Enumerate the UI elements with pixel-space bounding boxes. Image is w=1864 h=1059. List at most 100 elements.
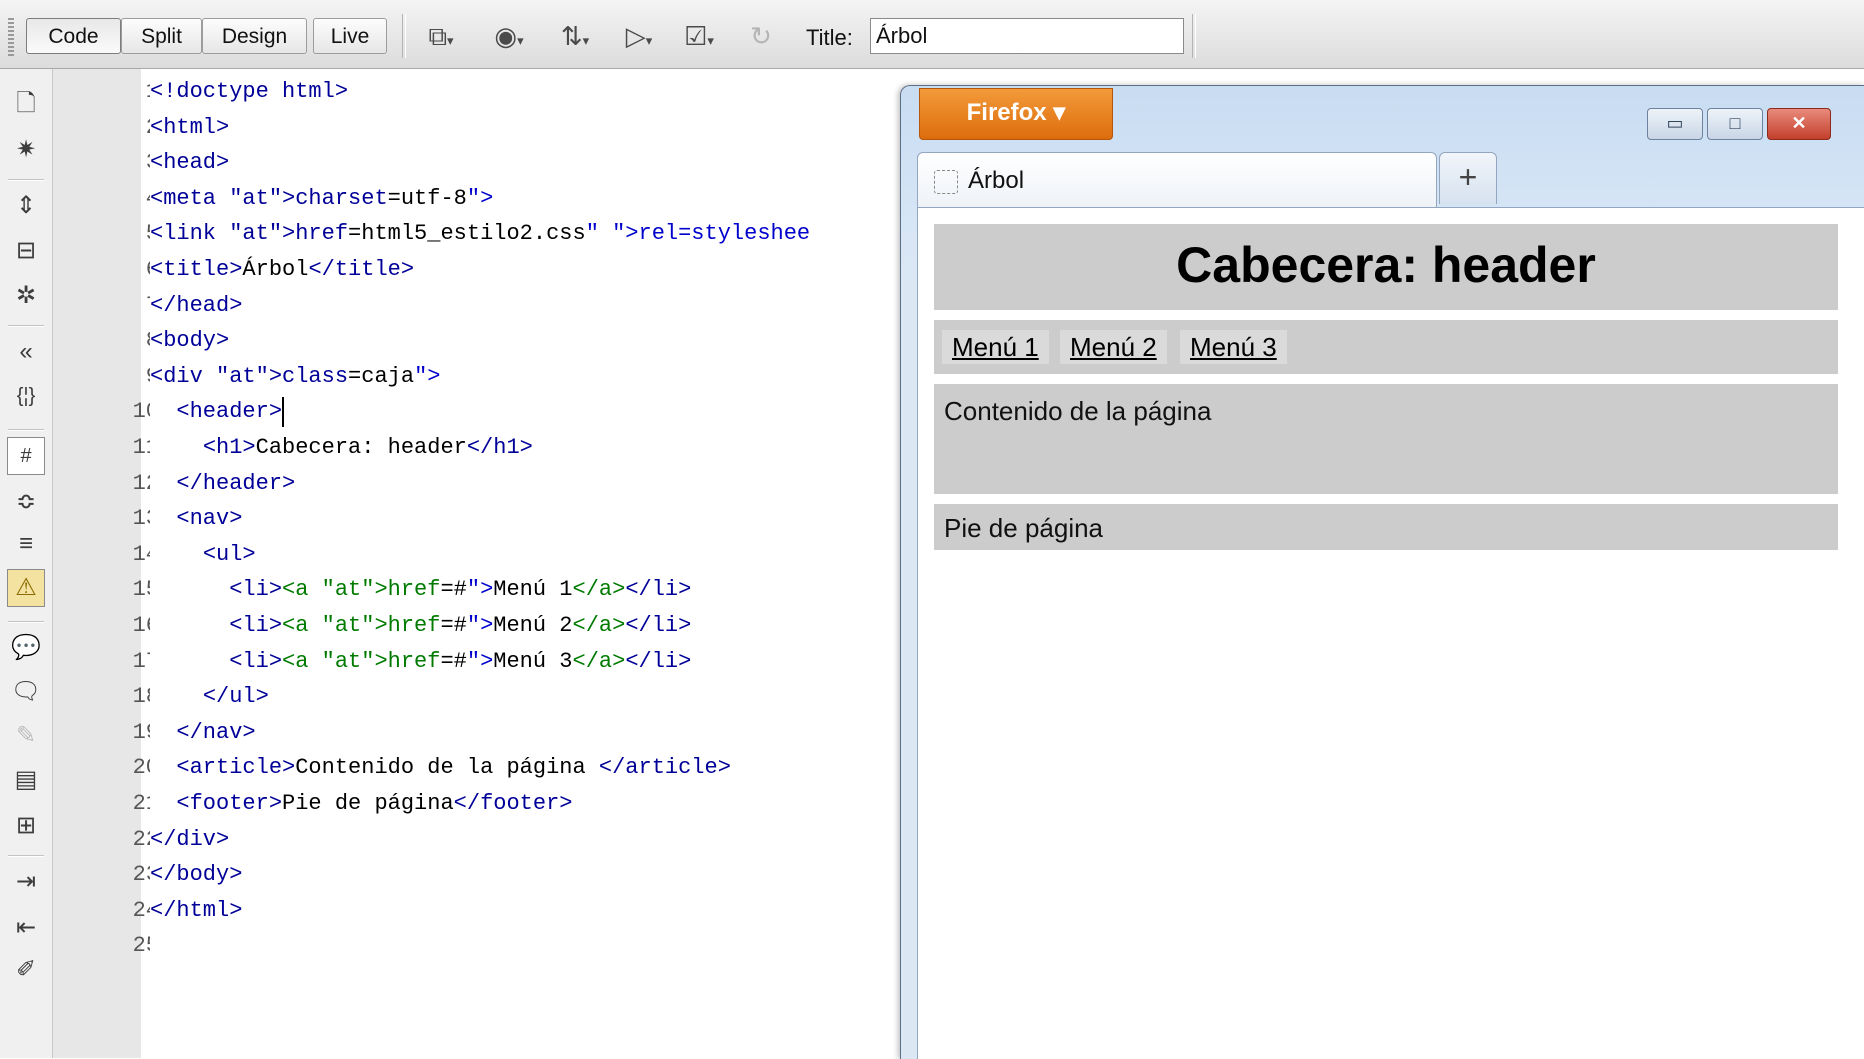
toolbar-separator [8,429,44,431]
code-line[interactable]: </body> [150,857,242,893]
title-label: Title: [806,25,853,50]
coding-toolbar: 🗋 ✷ ⇕ ⊟ ✲ « {¦} # ≎ ≡ ⚠ 💬 🗨 ✎ ▤ ⊞ ⇥ ⇤ ✐ [0,69,53,1058]
line-number-gutter: 1234567891011121314151617181920212223242… [53,69,159,1058]
code-line[interactable]: <div "at">class=caja"> [150,359,440,395]
code-view-button[interactable]: Code [26,18,121,54]
code-line[interactable]: <header> [150,394,282,430]
document-title-input[interactable] [870,18,1184,54]
page-header: Cabecera: header [934,224,1838,310]
show-code-navigator-icon[interactable]: ✷ [9,133,43,167]
line-number: 14 [132,541,159,567]
toolbar-separator [8,179,44,181]
line-number: 10 [132,399,159,425]
code-line[interactable]: <!doctype html> [150,74,348,110]
page-footer: Pie de página [934,504,1838,550]
toolbar-separator [1192,14,1196,58]
code-line[interactable]: </ul> [150,679,269,715]
line-number: 3 [53,145,159,181]
preview-browser-icon[interactable]: ◉▾ [490,20,528,52]
code-line[interactable]: <html> [150,110,229,146]
line-number: 21 [132,791,159,816]
wrap-tag-icon[interactable]: ✎ [9,719,43,753]
line-number: 16 [132,613,159,638]
code-line[interactable]: <title>Árbol</title> [150,252,414,288]
expand-all-icon[interactable]: ✲ [9,279,43,313]
firefox-menu-button[interactable]: Firefox ▾ [919,88,1113,140]
footer-text: Pie de página [944,513,1104,543]
move-css-icon[interactable]: ⊞ [9,809,43,843]
file-management-icon[interactable]: ⇅▾ [556,20,594,52]
toolbar-separator [402,14,406,58]
select-parent-tag-icon[interactable]: « [9,335,43,369]
open-documents-icon[interactable]: 🗋 [9,87,43,121]
page-heading: Cabecera: header [1176,237,1596,293]
code-line[interactable]: <li><a "at">href=#">Menú 3</a></li> [150,644,691,680]
menu-link-3[interactable]: Menú 3 [1180,330,1287,364]
menu-link-1[interactable]: Menú 1 [942,330,1049,364]
line-number: 25 [132,933,159,959]
toolbar-separator [8,621,44,623]
balance-braces-icon[interactable]: {¦} [9,379,43,413]
code-line[interactable]: </html> [150,893,242,929]
maximize-icon[interactable]: □ [1707,108,1763,140]
code-line[interactable]: <ul> [150,537,256,573]
highlight-invalid-code-icon[interactable]: ≎ [9,485,43,519]
code-line[interactable]: </head> [150,288,242,324]
code-line[interactable]: <body> [150,323,229,359]
code-line[interactable]: </nav> [150,715,255,751]
code-line[interactable]: </div> [150,822,229,858]
collapse-selection-icon[interactable]: ⊟ [9,234,43,268]
toolbar-separator [8,855,44,857]
menu-link-2[interactable]: Menú 2 [1060,330,1167,364]
line-number: 1 [53,74,159,110]
browser-tab-label: Árbol [968,167,1025,194]
word-wrap-icon[interactable]: ≡ [9,527,43,561]
code-line[interactable]: <footer>Pie de página</footer> [150,786,572,822]
code-editor[interactable]: <!doctype html> <html> <head> <meta "at">ch… [150,69,900,1058]
code-line[interactable]: <link "at">href=html5_estilo2.css" ">rel… [150,216,810,252]
toolbar-grip[interactable] [8,18,14,56]
validate-markup-icon[interactable]: ☑▾ [680,20,718,52]
line-number: 18 [132,684,159,710]
split-view-button[interactable]: Split [121,18,202,54]
minimize-icon[interactable]: ▭ [1647,108,1703,140]
line-number: 5 [53,216,159,252]
line-number: 15 [132,577,159,603]
line-number: 23 [132,862,159,888]
line-numbers-icon[interactable]: # [7,437,45,475]
new-tab-button[interactable]: + [1439,152,1497,204]
line-number: 17 [132,648,159,674]
code-line[interactable]: <h1>Cabecera: header</h1> [150,430,533,466]
code-line[interactable]: <head> [150,145,229,181]
indent-code-icon[interactable]: ⇥ [9,865,43,899]
design-view-button[interactable]: Design [202,18,307,54]
live-view-button[interactable]: Live [313,18,387,54]
apply-comment-icon[interactable]: 💬 [9,631,43,665]
line-number: 7 [53,288,159,324]
text-caret [282,397,284,428]
line-number: 12 [132,470,159,496]
browser-tab[interactable]: Árbol [917,152,1437,208]
code-line[interactable]: <li><a "at">href=#">Menú 1</a></li> [150,572,691,608]
close-icon[interactable]: ✕ [1767,108,1831,140]
code-line[interactable]: <article>Contenido de la página </articl… [150,750,731,786]
format-source-icon[interactable]: ✐ [9,953,43,987]
multiscreen-icon[interactable]: ⧉▾ [422,20,460,52]
line-number: 19 [132,719,159,745]
collapse-full-tag-icon[interactable]: ⇕ [9,189,43,223]
remove-comment-icon[interactable]: 🗨 [9,675,43,709]
syntax-error-alerts-icon[interactable]: ⚠ [7,569,45,607]
visual-aids-icon[interactable]: ▷▾ [620,20,658,52]
recent-snippets-icon[interactable]: ▤ [9,763,43,797]
firefox-window: Firefox ▾ ▭ □ ✕ Árbol + Cabecera: header… [900,85,1864,1059]
line-number: 24 [132,897,159,923]
code-line[interactable]: <li><a "at">href=#">Menú 2</a></li> [150,608,691,644]
outdent-code-icon[interactable]: ⇤ [9,911,43,945]
code-line[interactable]: <nav> [150,501,242,537]
article-text: Contenido de la página [944,396,1212,426]
page-nav: Menú 1 Menú 2 Menú 3 [934,320,1838,374]
code-line[interactable]: <meta "at">charset=utf-8"> [150,181,493,217]
line-number: 9 [53,359,159,395]
code-line[interactable]: </header> [150,466,295,502]
refresh-icon[interactable]: ↻ [742,20,780,52]
